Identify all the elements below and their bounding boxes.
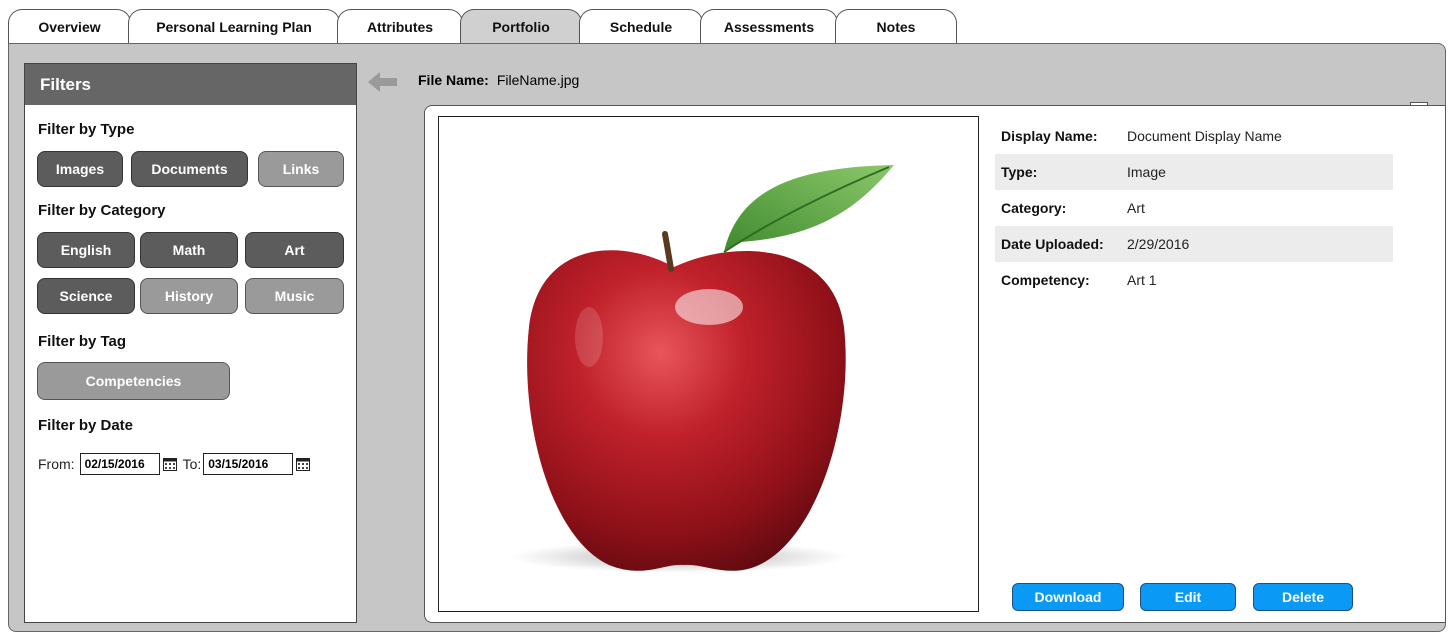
from-date-input[interactable]	[79, 453, 160, 475]
detail-row: Date Uploaded: 2/29/2016	[995, 226, 1393, 262]
calendar-icon[interactable]	[296, 457, 311, 471]
filter-category-label: Filter by Category	[38, 202, 166, 219]
calendar-icon[interactable]	[162, 457, 177, 471]
to-label: To:	[182, 456, 202, 472]
apple-image	[509, 165, 894, 573]
type-value: Image	[1127, 164, 1166, 180]
competency-value: Art 1	[1127, 272, 1157, 288]
filter-science-button[interactable]: Science	[37, 278, 135, 314]
from-label: From:	[38, 456, 75, 472]
detail-row: Type: Image	[995, 154, 1393, 190]
filter-music-button[interactable]: Music	[245, 278, 344, 314]
detail-row: Display Name: Document Display Name	[995, 118, 1393, 154]
display-name-label: Display Name:	[1001, 128, 1098, 144]
filter-links-button[interactable]: Links	[258, 151, 344, 187]
tab-personal-learning-plan[interactable]: Personal Learning Plan	[128, 9, 340, 43]
filter-tag-label: Filter by Tag	[38, 333, 127, 350]
filter-math-button[interactable]: Math	[140, 232, 238, 268]
date-uploaded-label: Date Uploaded:	[1001, 236, 1104, 252]
detail-row: Category: Art	[995, 190, 1393, 226]
filter-art-button[interactable]: Art	[245, 232, 344, 268]
tab-portfolio[interactable]: Portfolio	[460, 9, 582, 43]
tab-notes[interactable]: Notes	[835, 9, 957, 43]
tab-assessments[interactable]: Assessments	[700, 9, 838, 43]
file-name-value: FileName.jpg	[496, 72, 580, 88]
detail-row: Competency: Art 1	[995, 262, 1393, 298]
filter-competencies-button[interactable]: Competencies	[37, 362, 230, 400]
date-range-row: From: To:	[38, 453, 316, 475]
arrow-left-icon[interactable]	[368, 71, 398, 93]
tab-bar: Overview Personal Learning Plan Attribut…	[0, 0, 1450, 46]
competency-label: Competency:	[1001, 272, 1090, 288]
category-label: Category:	[1001, 200, 1067, 216]
tab-overview[interactable]: Overview	[8, 9, 131, 43]
delete-button[interactable]: Delete	[1253, 583, 1353, 611]
filters-sidebar: Filters Filter by Type Images Documents …	[24, 63, 357, 623]
display-name-value: Document Display Name	[1127, 128, 1282, 144]
filter-history-button[interactable]: History	[140, 278, 238, 314]
filter-english-button[interactable]: English	[37, 232, 135, 268]
filter-documents-button[interactable]: Documents	[131, 151, 248, 187]
tab-attributes[interactable]: Attributes	[337, 9, 463, 43]
edit-button[interactable]: Edit	[1140, 583, 1236, 611]
file-name-row: File Name: FileName.jpg	[418, 72, 579, 88]
category-value: Art	[1127, 200, 1145, 216]
to-date-input[interactable]	[203, 453, 294, 475]
tab-schedule[interactable]: Schedule	[579, 9, 703, 43]
file-name-label: File Name:	[418, 72, 489, 88]
date-uploaded-value: 2/29/2016	[1127, 236, 1190, 252]
type-label: Type:	[1001, 164, 1038, 180]
filters-title: Filters	[25, 64, 356, 105]
file-preview	[438, 116, 979, 612]
filter-type-label: Filter by Type	[38, 121, 135, 138]
download-button[interactable]: Download	[1012, 583, 1124, 611]
filter-images-button[interactable]: Images	[37, 151, 123, 187]
filter-date-label: Filter by Date	[38, 417, 134, 434]
file-details: Display Name: Document Display Name Type…	[995, 118, 1393, 298]
